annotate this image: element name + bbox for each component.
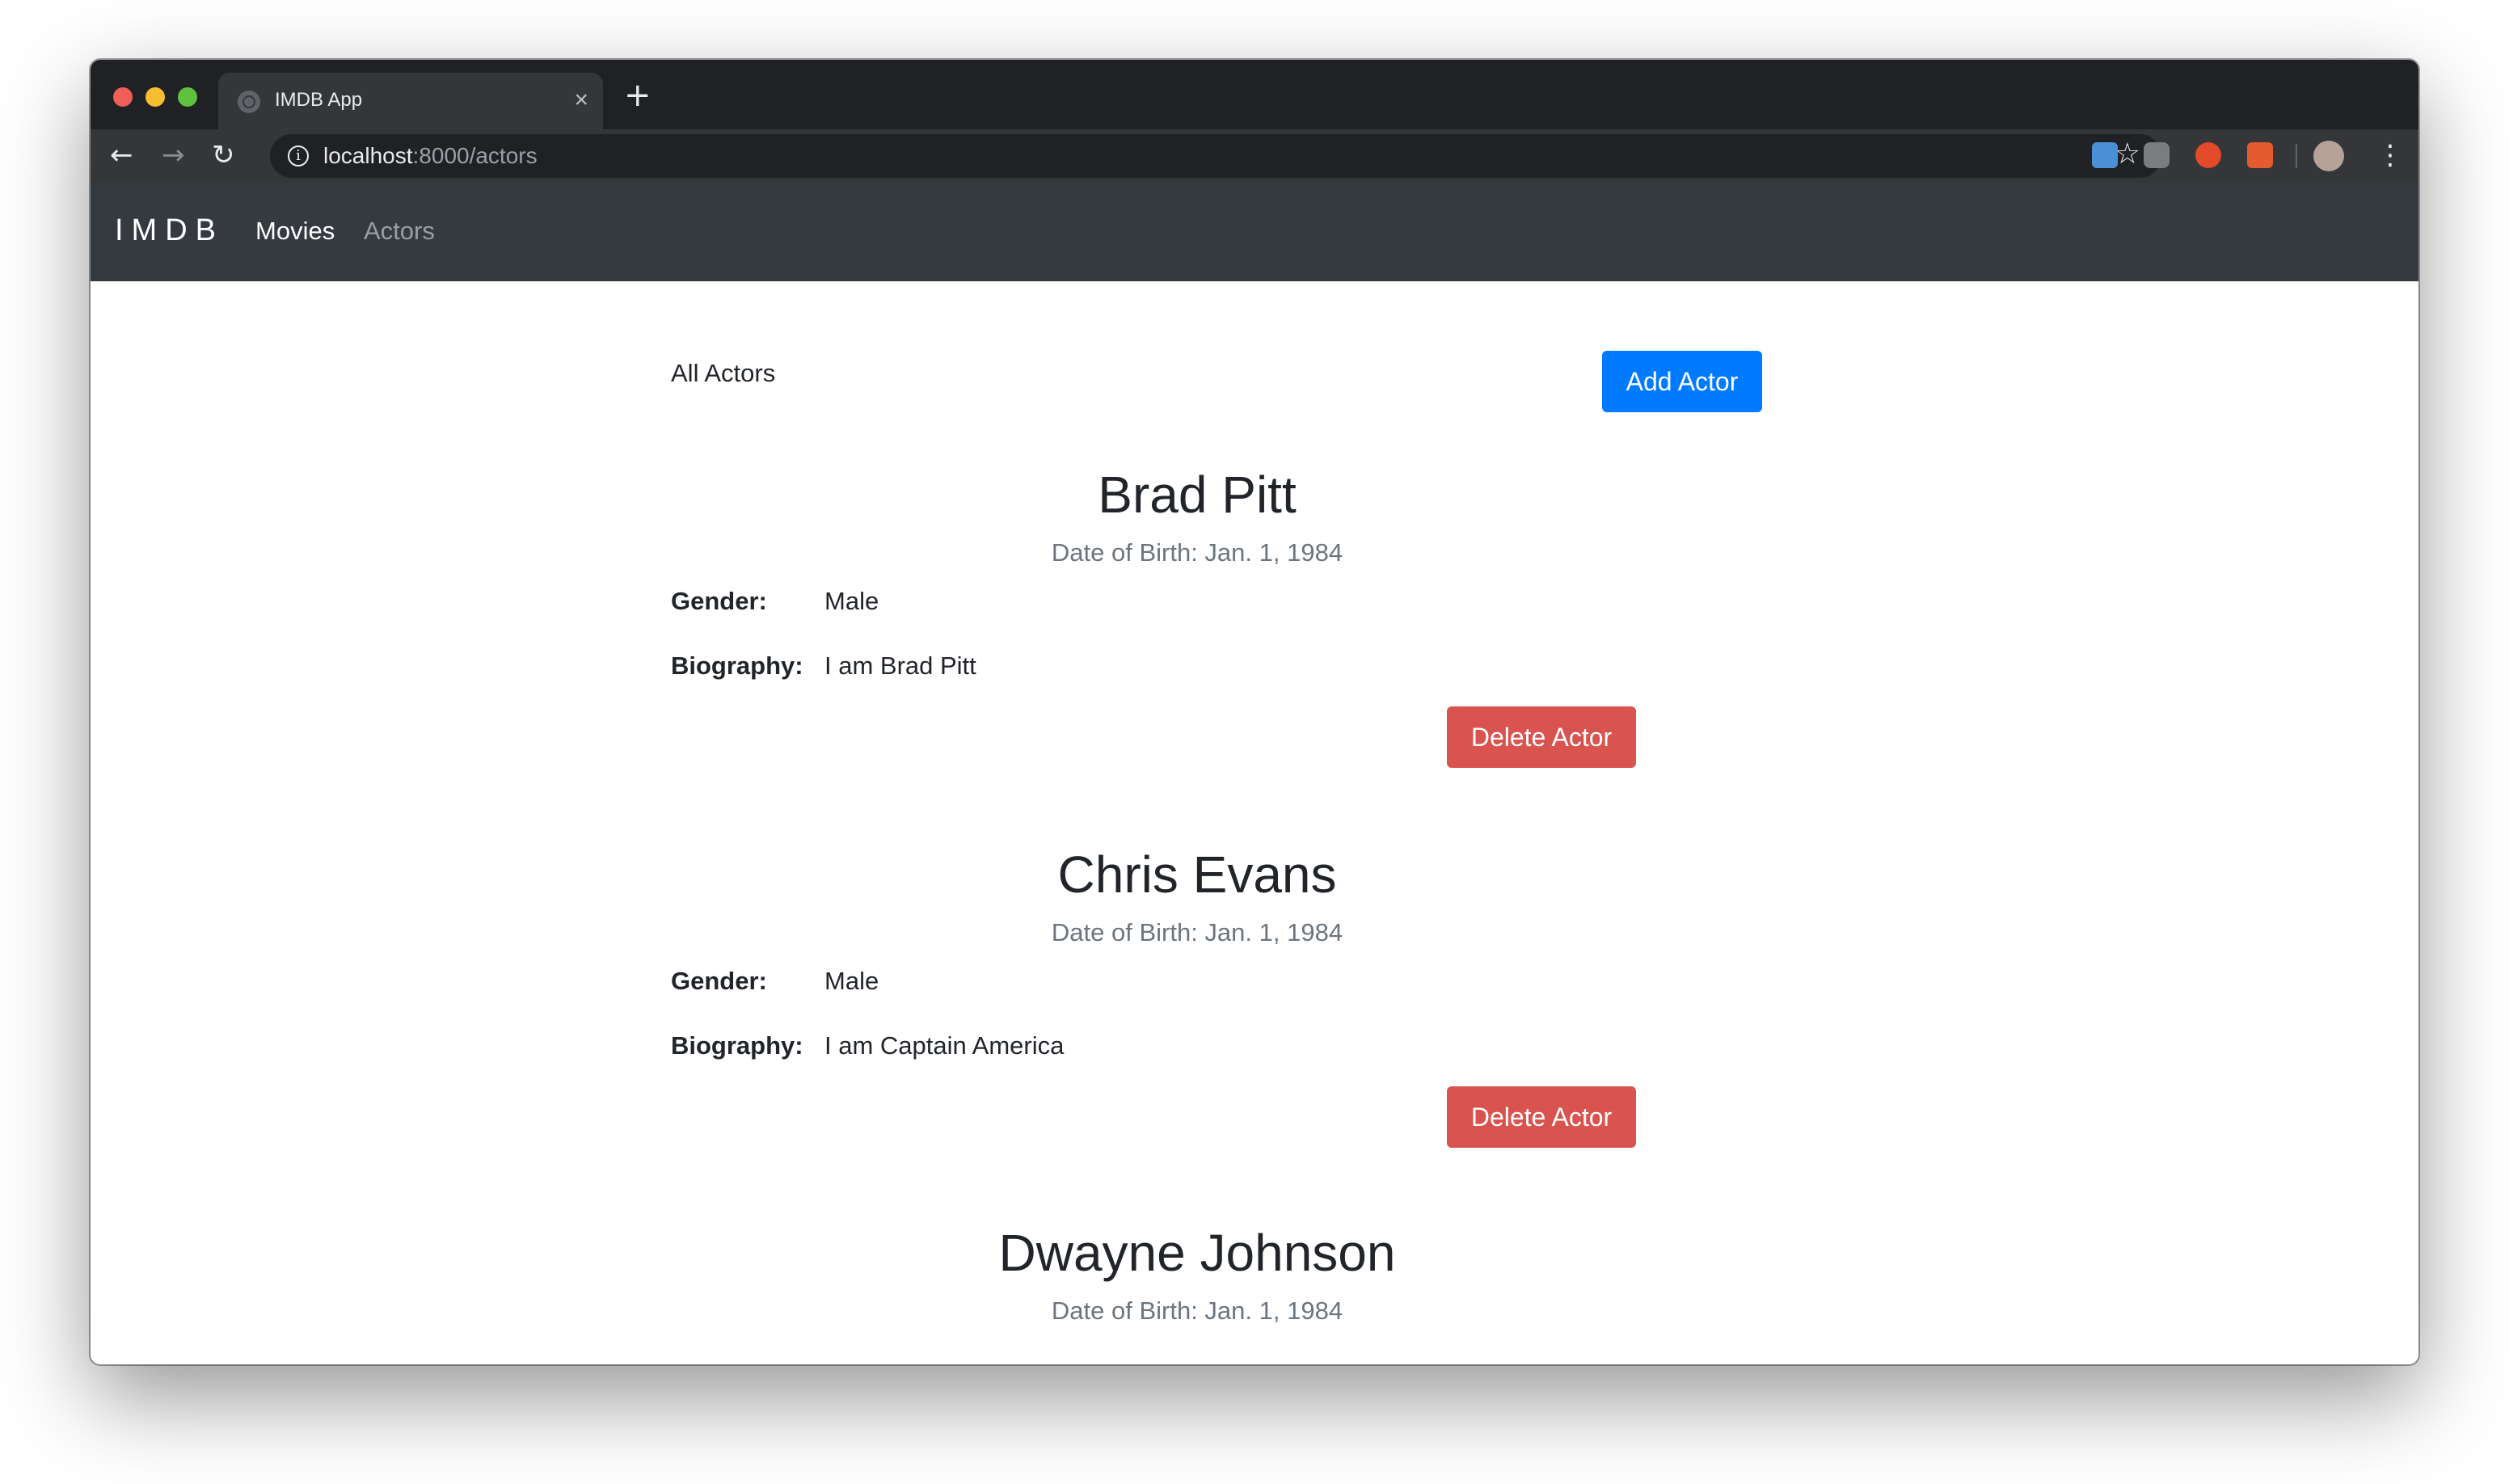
globe-icon: [238, 91, 260, 113]
gender-label: Gender:: [671, 587, 767, 615]
extension-icon[interactable]: [2195, 142, 2221, 168]
toolbar-divider: [2296, 144, 2297, 168]
close-window-button[interactable]: [113, 87, 133, 107]
kebab-menu-icon[interactable]: ⋮: [2376, 137, 2404, 173]
nav-link-actors[interactable]: Actors: [364, 217, 435, 246]
tab-strip: IMDB App × +: [91, 60, 2418, 129]
app-navbar: IMDB Movies Actors: [91, 183, 2418, 281]
actor-name: Brad Pitt: [1098, 466, 1297, 524]
actor-card: Chris Evans Date of Birth: Jan. 1, 1984 …: [671, 844, 1762, 1183]
reload-icon[interactable]: ↻: [212, 136, 235, 175]
nav-link-movies[interactable]: Movies: [255, 217, 335, 246]
brand-logo[interactable]: IMDB: [115, 213, 224, 248]
avatar[interactable]: [2313, 141, 2344, 171]
url-text[interactable]: localhost:8000/actors: [323, 143, 538, 169]
biography-label: Biography:: [671, 651, 803, 680]
biography-label: Biography:: [671, 1031, 803, 1060]
extension-icon[interactable]: [2092, 142, 2118, 168]
delete-actor-button[interactable]: Delete Actor: [1447, 706, 1636, 768]
info-icon[interactable]: i: [288, 145, 309, 167]
add-actor-button[interactable]: Add Actor: [1602, 351, 1762, 412]
minimize-window-button[interactable]: [145, 87, 165, 107]
url-path: :8000/actors: [412, 143, 538, 168]
main-content: All Actors Add Actor Brad Pitt Date of B…: [91, 281, 2418, 1364]
biography-value: I am Brad Pitt: [824, 651, 976, 680]
back-arrow-icon[interactable]: ←: [110, 136, 133, 175]
extension-icon[interactable]: [2144, 142, 2170, 168]
page-title: All Actors: [671, 359, 776, 387]
gender-value: Male: [824, 587, 879, 615]
biography-value: I am Captain America: [824, 1031, 1065, 1060]
plus-icon[interactable]: +: [624, 79, 651, 112]
maximize-window-button[interactable]: [178, 87, 197, 107]
actor-name: Dwayne Johnson: [998, 1224, 1396, 1282]
url-host: localhost: [323, 143, 413, 168]
gender-value: Male: [824, 967, 879, 995]
extension-icon[interactable]: [2247, 142, 2273, 168]
delete-actor-button[interactable]: Delete Actor: [1447, 1086, 1636, 1148]
browser-toolbar: ← → ↻ i localhost:8000/actors ☆ ⋮: [91, 129, 2418, 183]
forward-arrow-icon[interactable]: →: [162, 136, 185, 175]
gender-label: Gender:: [671, 967, 767, 995]
actor-dob: Date of Birth: Jan. 1, 1984: [1051, 1296, 1343, 1325]
actor-dob: Date of Birth: Jan. 1, 1984: [1051, 538, 1343, 567]
actor-card: Brad Pitt Date of Birth: Jan. 1, 1984 Ge…: [671, 464, 1762, 803]
close-icon[interactable]: ×: [574, 86, 588, 115]
tab-title: IMDB App: [275, 89, 363, 111]
browser-window: IMDB App × + ← → ↻ i localhost:8000/acto…: [91, 60, 2418, 1364]
actor-dob: Date of Birth: Jan. 1, 1984: [1051, 918, 1343, 946]
address-bar[interactable]: i localhost:8000/actors ☆: [270, 134, 2161, 178]
actor-card: Dwayne Johnson Date of Birth: Jan. 1, 19…: [671, 1222, 1762, 1351]
star-icon[interactable]: ☆: [2115, 137, 2140, 171]
browser-tab[interactable]: IMDB App ×: [218, 73, 603, 129]
actor-name: Chris Evans: [1057, 845, 1337, 904]
